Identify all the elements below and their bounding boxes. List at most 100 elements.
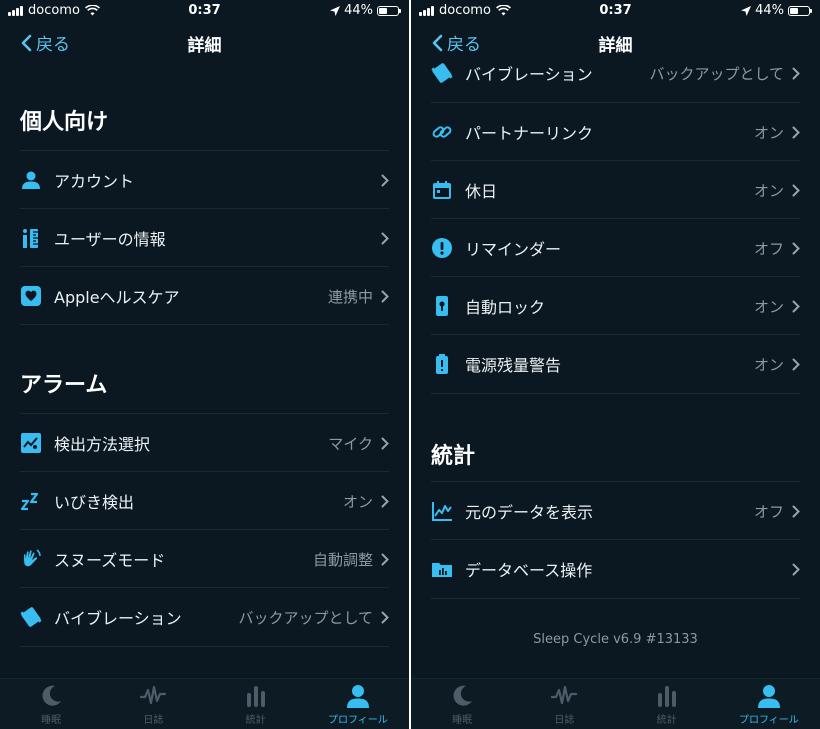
exclamation-icon [431,237,453,259]
person-icon [20,169,42,191]
row-user-info[interactable]: ユーザーの情報 [20,208,389,267]
heart-icon [20,285,42,307]
bars-icon [246,686,265,707]
profile-icon [757,685,780,708]
tab-label: プロフィール [738,715,799,726]
chevron-right-icon [381,553,389,565]
chevron-right-icon [792,126,800,138]
row-value: オフ [753,502,784,521]
row-account[interactable]: アカウント [20,150,389,209]
vibration-icon [431,62,453,84]
settings-list[interactable]: 個人向け アカウント ユーザーの情報 Appleヘルスケア 連携中 アラーム 検… [0,62,409,679]
detection-icon [20,432,42,454]
row-database[interactable]: データベース操作 [431,539,800,599]
tab-journal[interactable]: 日誌 [102,679,204,729]
row-value: オン [342,492,373,511]
chevron-right-icon [381,611,389,623]
tab-statistics[interactable]: 統計 [205,679,307,729]
status-bar: docomo 0:37 44% [0,0,409,22]
bars-icon [657,686,676,707]
row-label: バイブレーション [465,65,593,84]
row-partner-link[interactable]: パートナーリンク オン [431,102,800,161]
tab-label: 日誌 [143,715,164,726]
moon-icon [453,685,473,706]
chevron-right-icon [381,437,389,449]
ruler-icon [20,227,42,249]
chevron-right-icon [792,358,800,370]
calendar-icon [431,179,453,201]
screen-left: docomo 0:37 44% 戻る 詳細 個人向け アカウント ユーザーの情報 [0,0,409,729]
row-label: パートナーリンク [465,124,594,143]
row-label: 検出方法選択 [54,435,151,454]
folder-chart-icon [431,558,453,580]
row-label: リマインダー [465,240,562,259]
tab-label: プロフィール [327,715,388,726]
battery-icon [377,5,401,16]
row-label: いびき検出 [54,493,135,512]
row-label: ユーザーの情報 [54,230,166,249]
tab-label: 統計 [245,715,266,726]
chevron-right-icon [792,505,800,517]
row-label: データベース操作 [465,561,593,580]
row-battery-warning[interactable]: 電源残量警告 オン [431,334,800,394]
row-raw-data[interactable]: 元のデータを表示 オフ [431,481,800,540]
profile-icon [346,685,369,708]
moon-icon [42,685,62,706]
section-header-alarm: アラーム [20,373,108,398]
app-version: Sleep Cycle v6.9 #13133 [533,632,698,647]
battery-warning-icon [431,353,453,375]
location-arrow-icon [741,5,752,16]
chevron-right-icon [792,242,800,254]
row-vibration[interactable]: バイブレーション バックアップとして [431,62,800,102]
row-value: バックアップとして [238,608,373,627]
vibration-icon [20,606,42,628]
tab-bar: 睡眠 日誌 統計 プロフィール [0,678,409,729]
tab-bar: 睡眠 日誌 統計 プロフィール [411,678,820,729]
phone-lock-icon [431,295,453,317]
wave-icon [140,685,167,705]
row-snooze-mode[interactable]: スヌーズモード 自動調整 [20,529,389,588]
line-chart-icon [431,500,453,522]
row-value: マイク [328,434,373,453]
row-vibration[interactable]: バイブレーション バックアップとして [20,587,389,647]
row-apple-health[interactable]: Appleヘルスケア 連携中 [20,266,389,325]
row-value: オフ [753,239,784,258]
tab-profile[interactable]: プロフィール [307,679,409,729]
screen-right: docomo 0:37 44% 戻る 詳細 バイブレーション バックアップとして… [411,0,820,729]
row-holiday[interactable]: 休日 オン [431,160,800,219]
chevron-right-icon [792,300,800,312]
row-auto-lock[interactable]: 自動ロック オン [431,276,800,335]
nav-bar: 戻る 詳細 [0,22,409,62]
chevron-right-icon [792,184,800,196]
row-value: オン [753,297,784,316]
tab-label: 日誌 [554,715,575,726]
divider [20,324,389,325]
row-label: 自動ロック [465,298,546,317]
row-label: 電源残量警告 [465,356,562,375]
row-label: 休日 [465,182,498,201]
tab-journal[interactable]: 日誌 [513,679,615,729]
tab-sleep[interactable]: 睡眠 [0,679,102,729]
row-label: アカウント [54,172,135,191]
battery-icon [788,5,812,16]
row-reminder[interactable]: リマインダー オフ [431,218,800,277]
row-snore-detection[interactable]: いびき検出 オン [20,471,389,530]
row-label: バイブレーション [54,609,182,628]
row-value: 自動調整 [312,550,373,569]
row-label: スヌーズモード [54,551,166,570]
nav-bar: 戻る 詳細 [411,22,820,62]
tab-label: 睡眠 [452,715,473,726]
tab-statistics[interactable]: 統計 [616,679,718,729]
row-value: 連携中 [327,287,373,306]
tab-sleep[interactable]: 睡眠 [411,679,513,729]
tab-label: 統計 [656,715,677,726]
tab-profile[interactable]: プロフィール [718,679,820,729]
row-value: オン [753,123,784,142]
page-title: 詳細 [598,36,633,56]
chevron-right-icon [381,495,389,507]
battery-percent: 44% [344,3,373,18]
wave-icon [551,685,578,705]
settings-list[interactable]: バイブレーション バックアップとして パートナーリンク オン 休日 オン リマイ… [411,62,820,679]
row-detection-method[interactable]: 検出方法選択 マイク [20,413,389,472]
row-value: オン [753,355,784,374]
